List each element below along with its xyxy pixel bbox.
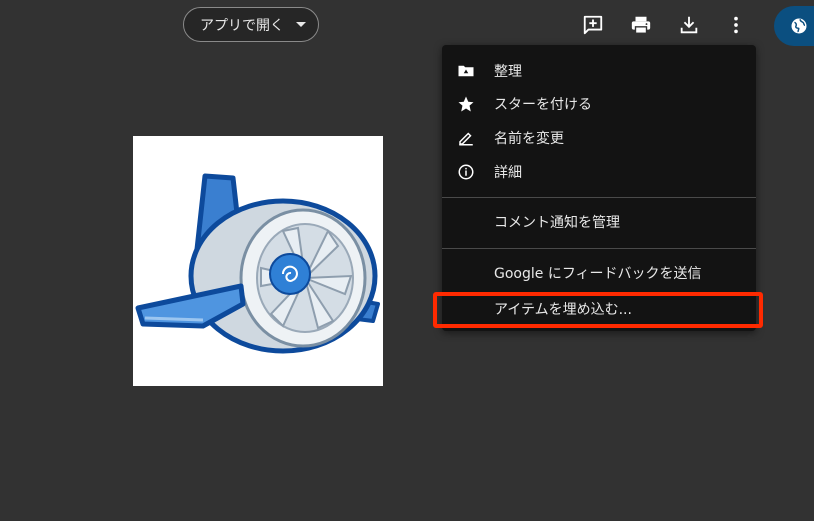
menu-item-send-feedback[interactable]: Google にフィードバックを送信 bbox=[442, 256, 756, 290]
menu-divider bbox=[442, 197, 756, 198]
add-comment-icon bbox=[583, 15, 603, 35]
more-actions-menu: 整理 スターを付ける 名前を変更 詳細 コメント通知を管理 Google にフィ… bbox=[442, 45, 756, 331]
menu-item-rename[interactable]: 名前を変更 bbox=[442, 121, 756, 155]
more-vert-icon bbox=[734, 16, 738, 34]
highlight-box bbox=[433, 292, 763, 328]
star-icon bbox=[456, 94, 476, 114]
print-button[interactable] bbox=[626, 10, 656, 40]
folder-move-icon bbox=[456, 61, 476, 81]
menu-item-star[interactable]: スターを付ける bbox=[442, 87, 756, 121]
chevron-down-icon bbox=[296, 22, 306, 27]
menu-item-label: コメント通知を管理 bbox=[494, 215, 620, 231]
menu-item-manage-comment-notifications[interactable]: コメント通知を管理 bbox=[442, 205, 756, 239]
rename-pencil-icon bbox=[456, 128, 476, 148]
file-preview-image bbox=[133, 136, 383, 386]
globe-icon bbox=[791, 18, 807, 34]
download-button[interactable] bbox=[674, 10, 704, 40]
menu-item-label: 名前を変更 bbox=[494, 131, 564, 147]
menu-item-label: スターを付ける bbox=[494, 97, 592, 113]
open-with-button[interactable]: アプリで開く bbox=[183, 7, 319, 42]
viewer-stage: アプリで開く 整理 スターを付ける 名前を変更 詳細 コメント通知を管理 Goo… bbox=[0, 0, 814, 521]
add-comment-button[interactable] bbox=[578, 10, 608, 40]
app-engine-logo bbox=[135, 173, 380, 354]
menu-item-label: Google にフィードバックを送信 bbox=[494, 266, 702, 282]
open-with-label: アプリで開く bbox=[200, 17, 284, 34]
menu-item-label: 詳細 bbox=[494, 165, 522, 181]
share-button[interactable] bbox=[774, 6, 814, 46]
print-icon bbox=[631, 16, 651, 34]
menu-item-label: 整理 bbox=[494, 64, 522, 80]
info-icon bbox=[456, 162, 476, 182]
more-options-button[interactable] bbox=[721, 10, 751, 40]
download-icon bbox=[680, 16, 698, 34]
menu-item-details[interactable]: 詳細 bbox=[442, 155, 756, 189]
menu-divider bbox=[442, 248, 756, 249]
menu-item-organize[interactable]: 整理 bbox=[442, 54, 756, 88]
